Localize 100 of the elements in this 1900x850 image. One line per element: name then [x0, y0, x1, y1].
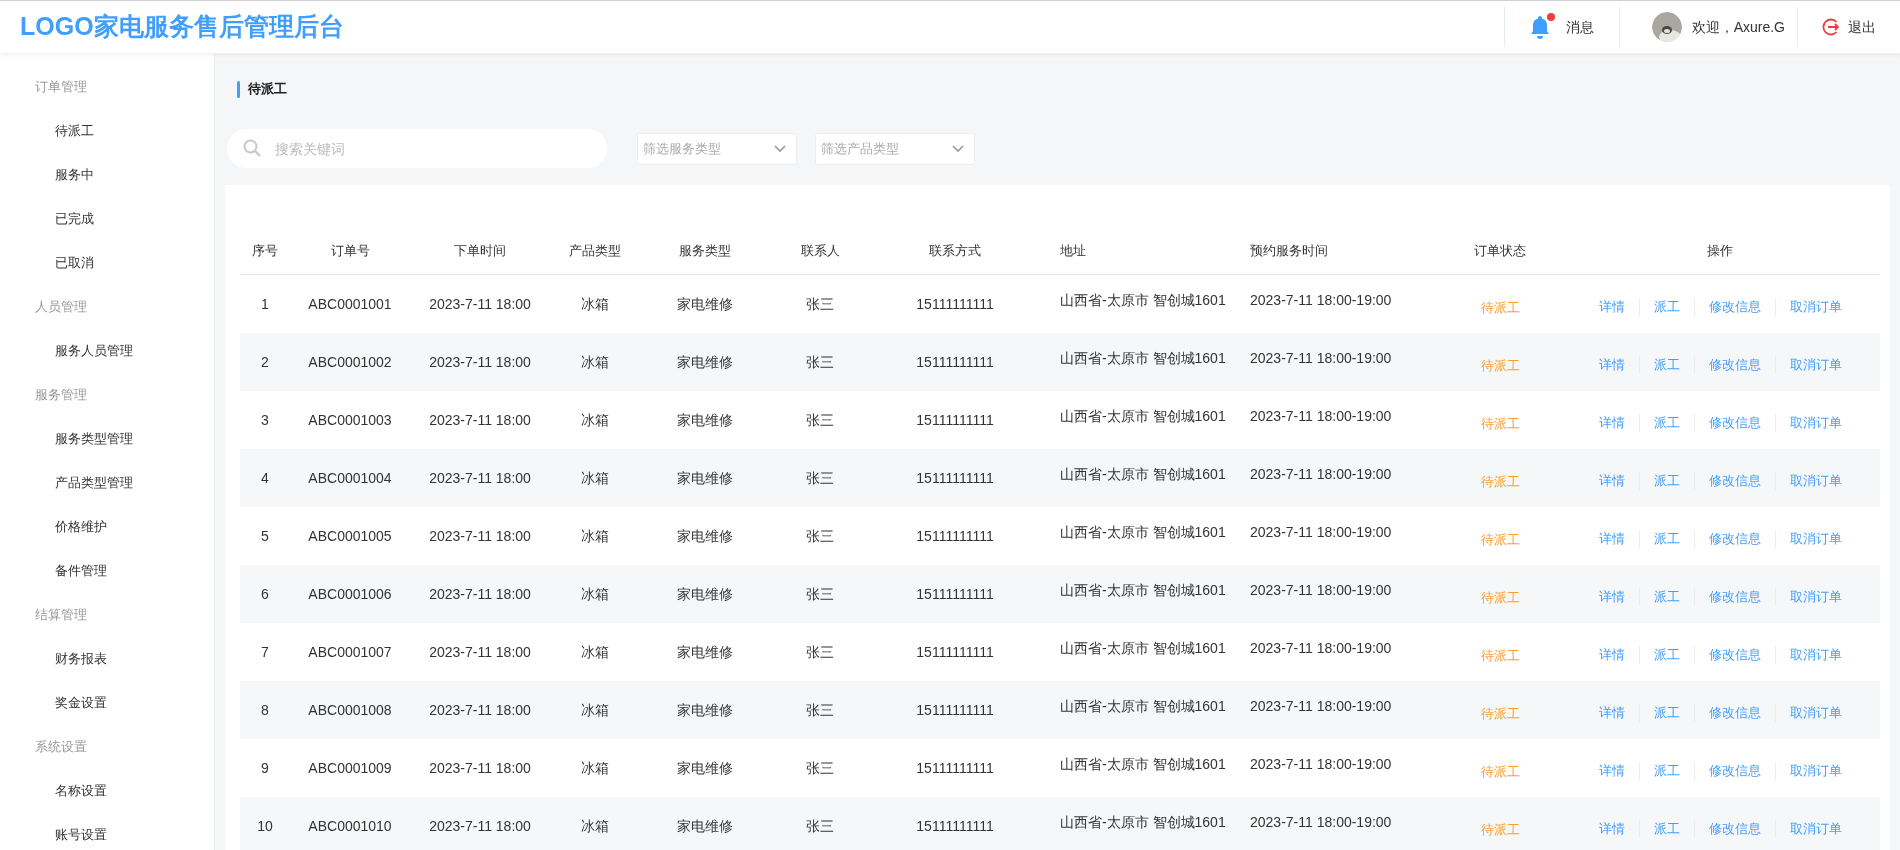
page-title: 待派工 — [248, 80, 287, 99]
column-header: 序号 — [252, 243, 278, 259]
address: 山西省-太原市 智创城1601 — [1060, 697, 1226, 714]
service-type: 家电维修 — [677, 527, 733, 544]
column-header: 下单时间 — [454, 243, 506, 259]
action-link[interactable]: 派工 — [1653, 703, 1680, 723]
action-link[interactable]: 取消订单 — [1789, 587, 1842, 607]
sidebar-item[interactable]: 服务人员管理 — [0, 329, 214, 373]
order-time: 2023-7-11 18:00 — [429, 817, 531, 834]
notifications-button[interactable]: 消息 — [1504, 1, 1619, 53]
sidebar-item[interactable]: 价格维护 — [0, 505, 214, 549]
action-link[interactable]: 修改信息 — [1708, 587, 1761, 607]
contact-phone: 15111111111 — [916, 585, 994, 602]
action-link[interactable]: 派工 — [1653, 355, 1680, 375]
action-link[interactable]: 派工 — [1653, 529, 1680, 549]
column-header: 预约服务时间 — [1250, 243, 1328, 259]
action-link[interactable]: 详情 — [1598, 471, 1625, 491]
column-header: 服务类型 — [679, 243, 731, 259]
sidebar-item[interactable]: 服务类型管理 — [0, 417, 214, 461]
address: 山西省-太原市 智创城1601 — [1060, 755, 1226, 772]
sidebar-item[interactable]: 备件管理 — [0, 549, 214, 593]
action-link[interactable]: 取消订单 — [1789, 297, 1842, 317]
action-link[interactable]: 详情 — [1598, 413, 1625, 433]
column-header: 产品类型 — [569, 243, 621, 259]
row-number: 1 — [261, 295, 269, 312]
sidebar-item[interactable]: 已取消 — [0, 241, 214, 285]
action-link[interactable]: 派工 — [1653, 297, 1680, 317]
product-type: 冰箱 — [581, 817, 609, 834]
contact-phone: 15111111111 — [916, 817, 994, 834]
sidebar-item[interactable]: 账号设置 — [0, 813, 214, 850]
action-link[interactable]: 派工 — [1653, 761, 1680, 781]
action-link[interactable]: 修改信息 — [1708, 761, 1761, 781]
action-link[interactable]: 派工 — [1653, 587, 1680, 607]
contact-name: 张三 — [806, 411, 834, 428]
action-link[interactable]: 详情 — [1598, 355, 1625, 375]
product-type: 冰箱 — [581, 527, 609, 544]
action-link[interactable]: 派工 — [1653, 819, 1680, 839]
action-link[interactable]: 取消订单 — [1789, 355, 1842, 375]
contact-phone: 15111111111 — [916, 353, 994, 370]
action-link[interactable]: 派工 — [1653, 645, 1680, 665]
product-type: 冰箱 — [581, 701, 609, 718]
chevron-down-icon — [774, 144, 786, 153]
appointment-time: 2023-7-11 18:00-19:00 — [1250, 291, 1392, 308]
action-link[interactable]: 修改信息 — [1708, 355, 1761, 375]
action-link[interactable]: 详情 — [1598, 645, 1625, 665]
contact-phone: 15111111111 — [916, 295, 994, 312]
sidebar-item[interactable]: 待派工 — [0, 109, 214, 153]
column-header: 联系人 — [800, 243, 840, 259]
search-icon — [243, 139, 261, 157]
sidebar-item[interactable]: 已完成 — [0, 197, 214, 241]
sidebar-item[interactable]: 产品类型管理 — [0, 461, 214, 505]
app-logo: LOGO家电服务售后管理后台 — [20, 11, 344, 43]
address: 山西省-太原市 智创城1601 — [1060, 465, 1226, 482]
sidebar-item[interactable]: 财务报表 — [0, 637, 214, 681]
product-type: 冰箱 — [581, 469, 609, 486]
action-link[interactable]: 修改信息 — [1708, 703, 1761, 723]
order-status: 待派工 — [1480, 647, 1520, 663]
column-header: 订单状态 — [1474, 243, 1526, 259]
sidebar-item[interactable]: 名称设置 — [0, 769, 214, 813]
action-link[interactable]: 修改信息 — [1708, 529, 1761, 549]
action-link[interactable]: 取消订单 — [1789, 645, 1842, 665]
filter-select[interactable]: 筛选服务类型 — [637, 132, 797, 165]
sidebar-item[interactable]: 奖金设置 — [0, 681, 214, 725]
row-number: 7 — [261, 643, 269, 660]
address: 山西省-太原市 智创城1601 — [1060, 407, 1226, 424]
address: 山西省-太原市 智创城1601 — [1060, 349, 1226, 366]
action-link[interactable]: 修改信息 — [1708, 471, 1761, 491]
action-link[interactable]: 取消订单 — [1789, 529, 1842, 549]
action-link[interactable]: 详情 — [1598, 297, 1625, 317]
action-link[interactable]: 详情 — [1598, 703, 1625, 723]
action-link[interactable]: 详情 — [1598, 529, 1625, 549]
action-link[interactable]: 取消订单 — [1789, 761, 1842, 781]
action-link[interactable]: 修改信息 — [1708, 413, 1761, 433]
order-status: 待派工 — [1480, 473, 1520, 489]
service-type: 家电维修 — [677, 353, 733, 370]
action-link[interactable]: 修改信息 — [1708, 645, 1761, 665]
action-link[interactable]: 详情 — [1598, 761, 1625, 781]
order-status: 待派工 — [1480, 763, 1520, 779]
action-link[interactable]: 取消订单 — [1789, 471, 1842, 491]
contact-name: 张三 — [806, 817, 834, 834]
search-field[interactable]: 搜索关键词 — [227, 129, 607, 168]
contact-name: 张三 — [806, 469, 834, 486]
sidebar-item[interactable]: 服务中 — [0, 153, 214, 197]
service-type: 家电维修 — [677, 585, 733, 602]
order-number: ABC0001004 — [308, 469, 392, 486]
logout-button[interactable]: 退出 — [1798, 1, 1900, 53]
column-header: 操作 — [1707, 243, 1733, 259]
product-type: 冰箱 — [581, 643, 609, 660]
action-link[interactable]: 派工 — [1653, 471, 1680, 491]
action-link[interactable]: 修改信息 — [1708, 297, 1761, 317]
filter-select[interactable]: 筛选产品类型 — [815, 132, 975, 165]
action-link[interactable]: 取消订单 — [1789, 703, 1842, 723]
action-link[interactable]: 详情 — [1598, 819, 1625, 839]
action-link[interactable]: 取消订单 — [1789, 819, 1842, 839]
action-link[interactable]: 派工 — [1653, 413, 1680, 433]
action-link[interactable]: 取消订单 — [1789, 413, 1842, 433]
order-status: 待派工 — [1480, 531, 1520, 547]
appointment-time: 2023-7-11 18:00-19:00 — [1250, 639, 1392, 656]
action-link[interactable]: 详情 — [1598, 587, 1625, 607]
action-link[interactable]: 修改信息 — [1708, 819, 1761, 839]
